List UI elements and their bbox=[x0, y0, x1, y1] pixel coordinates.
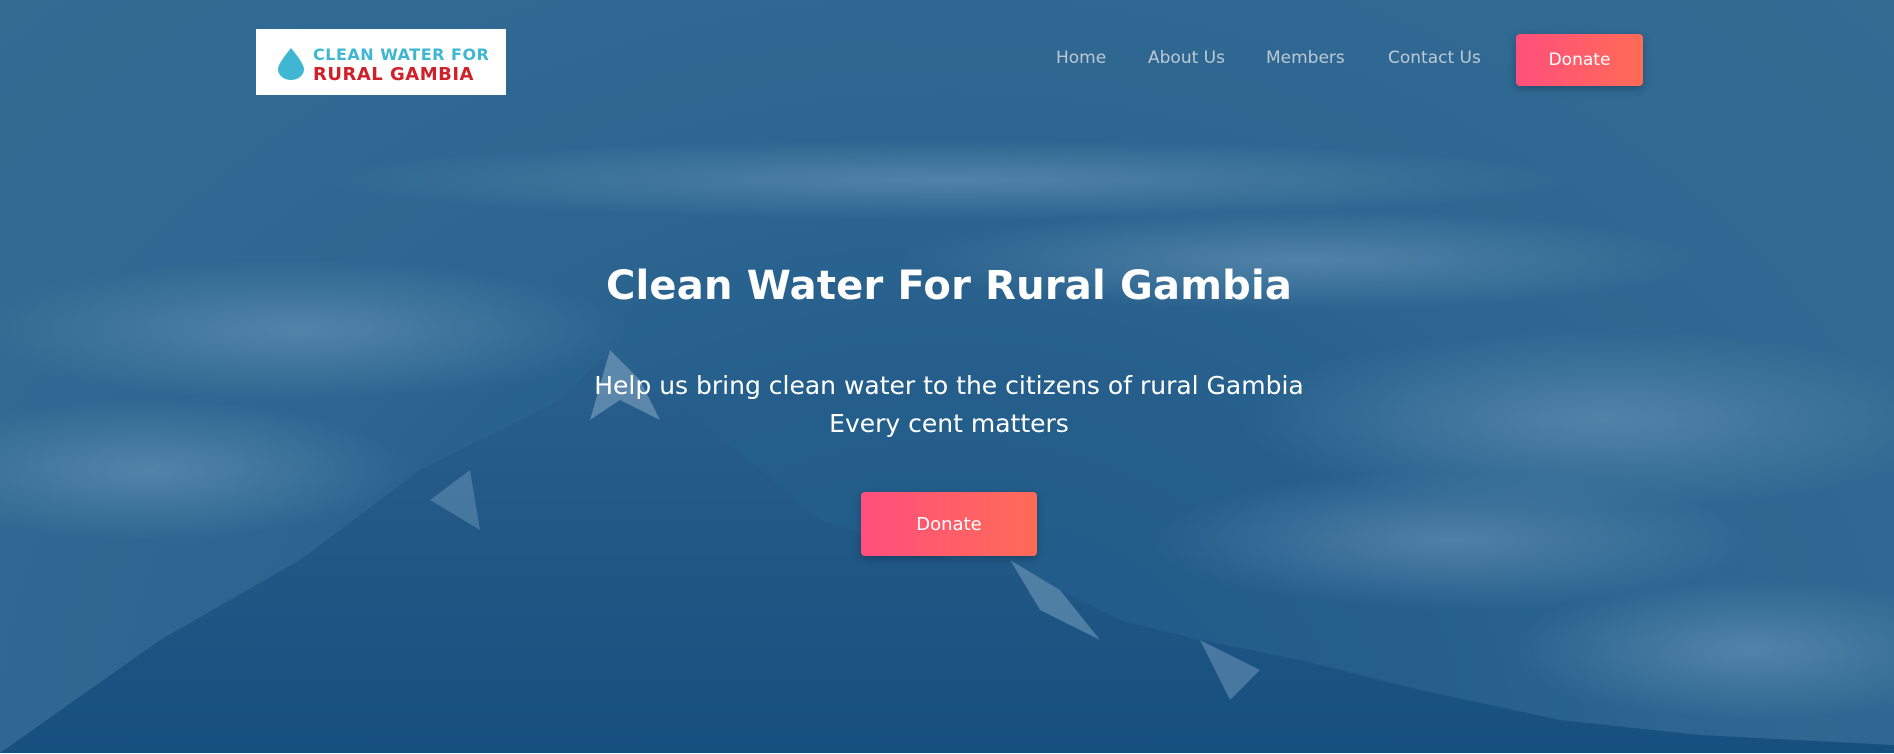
hero-subtitle-line1: Help us bring clean water to the citizen… bbox=[594, 371, 1304, 400]
nav-item-about-us[interactable]: About Us bbox=[1148, 48, 1225, 68]
nav-item-contact-us[interactable]: Contact Us bbox=[1388, 48, 1481, 68]
hero-donate-button[interactable]: Donate bbox=[861, 492, 1037, 556]
logo-text-line1: CLEAN WATER FOR bbox=[313, 45, 490, 64]
hero-subtitle-line2: Every cent matters bbox=[829, 409, 1069, 438]
nav-item-members[interactable]: Members bbox=[1266, 48, 1345, 68]
hero-section: CLEAN WATER FOR RURAL GAMBIA Home About … bbox=[0, 0, 1894, 753]
water-drop-icon bbox=[278, 48, 304, 80]
site-header: CLEAN WATER FOR RURAL GAMBIA Home About … bbox=[0, 0, 1894, 120]
hero-title: Clean Water For Rural Gambia bbox=[605, 263, 1293, 309]
site-logo[interactable]: CLEAN WATER FOR RURAL GAMBIA bbox=[256, 29, 506, 95]
nav-donate-button[interactable]: Donate bbox=[1516, 34, 1643, 86]
logo-text-line2: RURAL GAMBIA bbox=[313, 64, 474, 85]
nav-item-home[interactable]: Home bbox=[1056, 48, 1106, 68]
